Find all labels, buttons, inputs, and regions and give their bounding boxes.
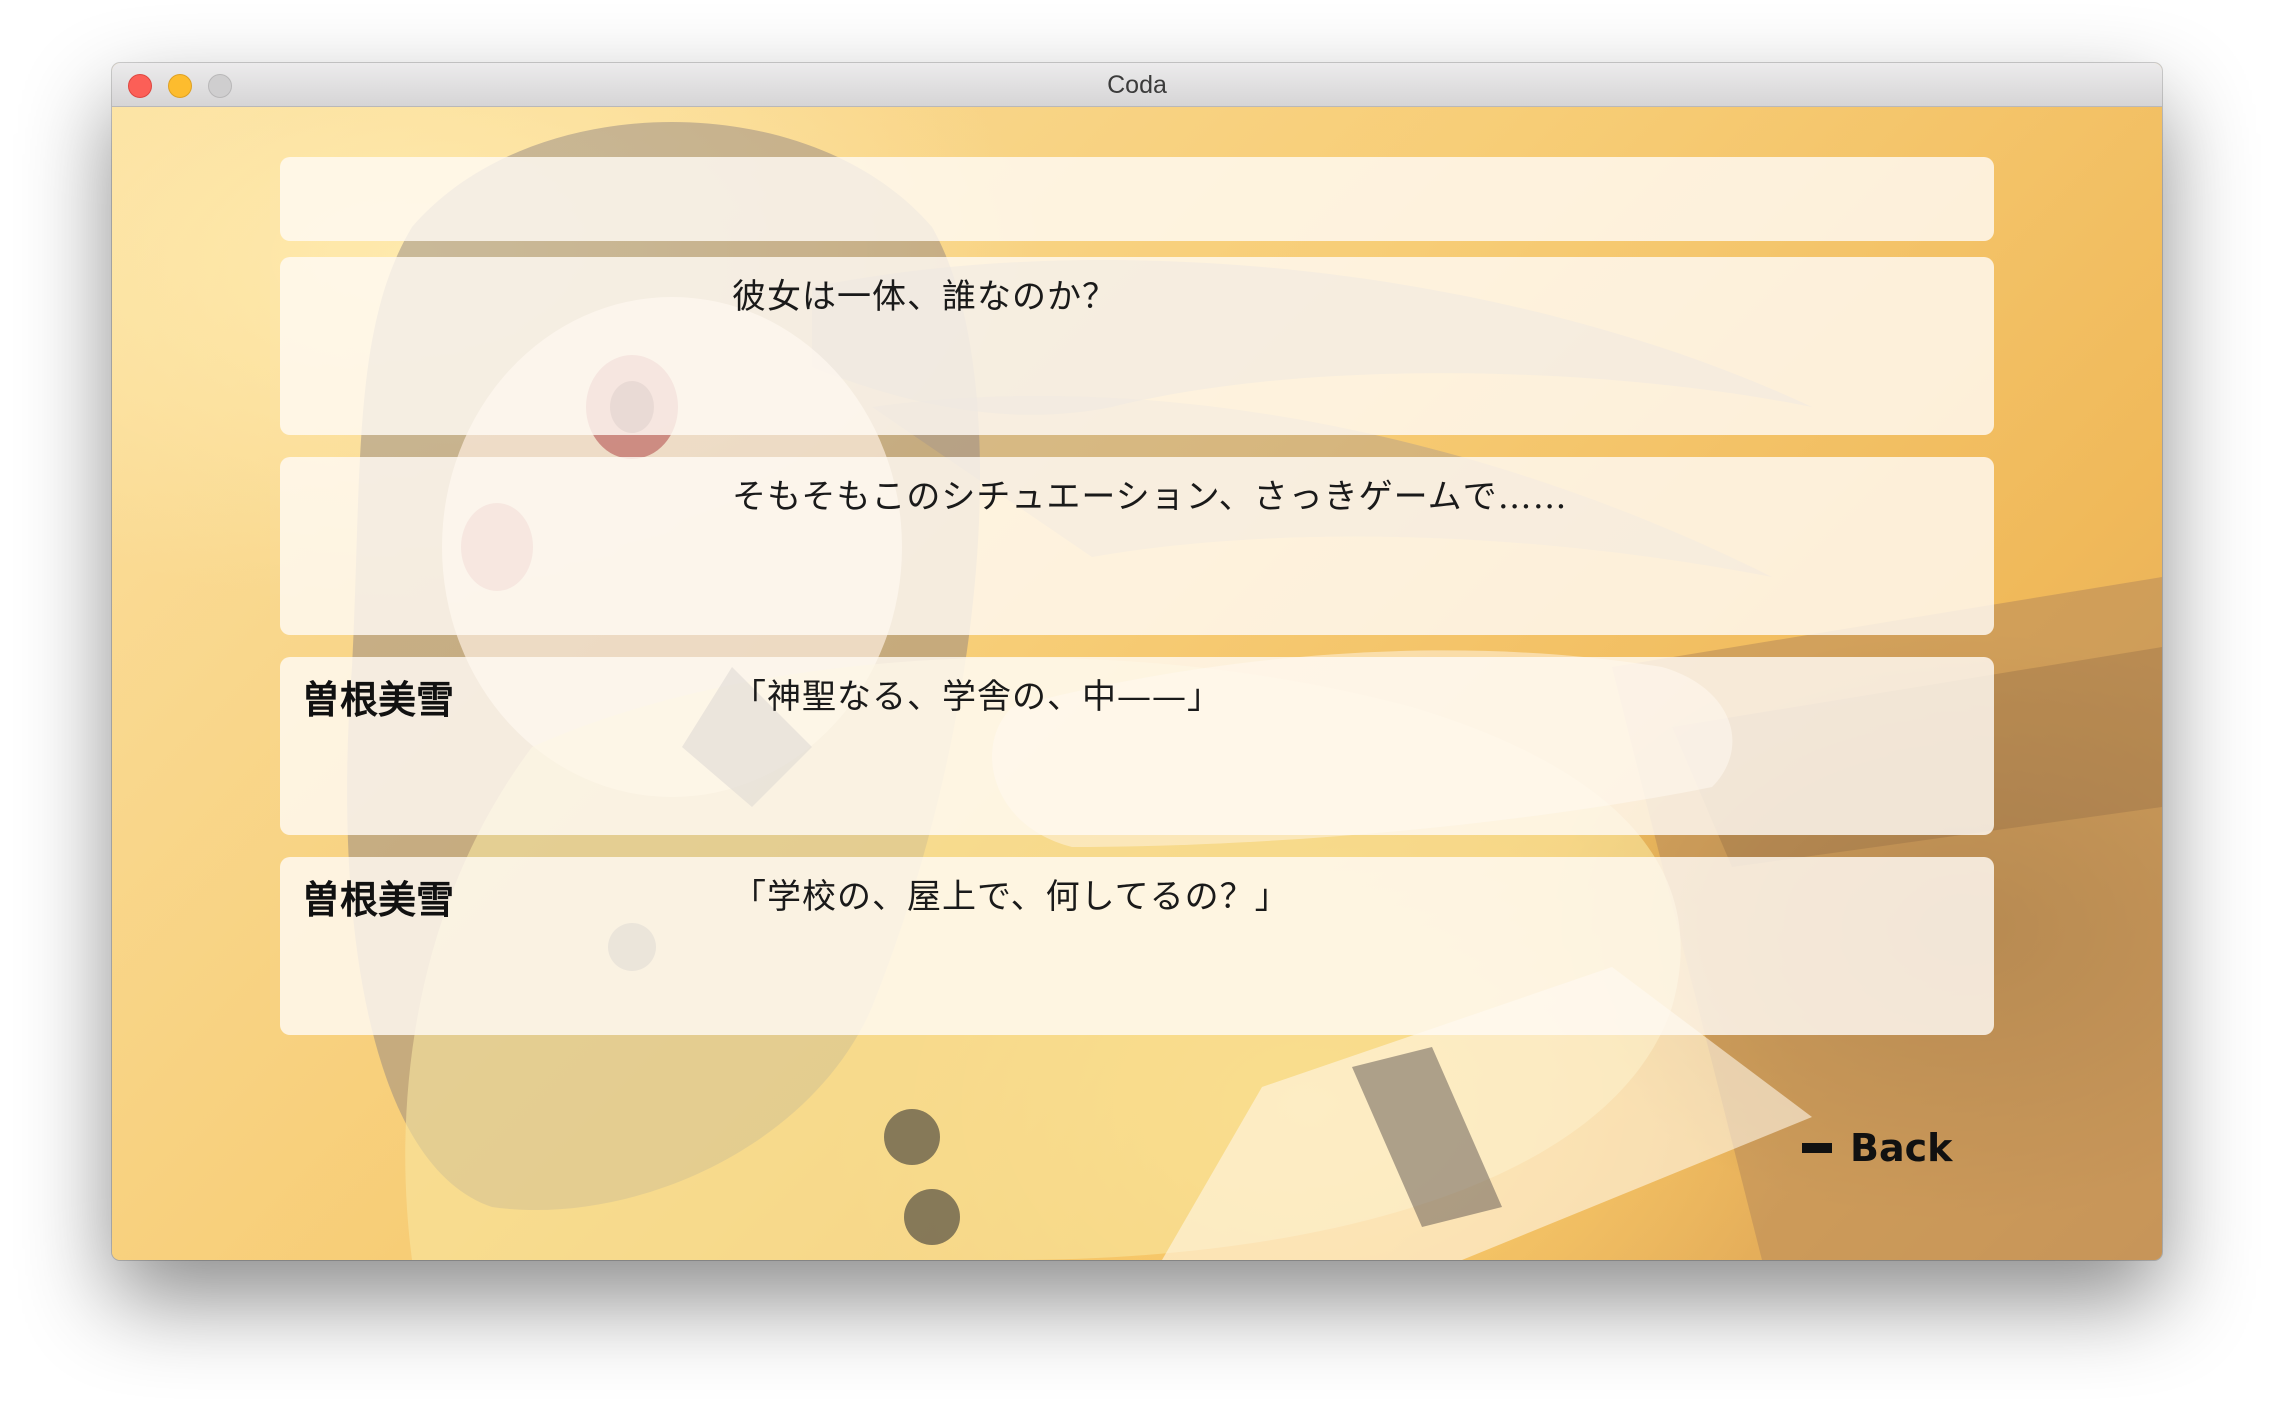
history-entry[interactable] — [280, 157, 1994, 241]
history-entry[interactable]: 彼女は一体、誰なのか？ — [280, 257, 1994, 435]
history-entry[interactable]: 曽根美雪 「神聖なる、学舎の、中——」 — [280, 657, 1994, 835]
history-entry[interactable]: 曽根美雪 「学校の、屋上で、何してるの？」 — [280, 857, 1994, 1035]
game-window: Coda 彼女は一体、誰なのか？ そもそもこのシチュエーション、さっきゲームで…… — [112, 63, 2162, 1260]
history-screen: 彼女は一体、誰なのか？ そもそもこのシチュエーション、さっきゲームで…… 曽根美… — [112, 107, 2162, 1260]
speaker-name: 曽根美雪 — [302, 677, 455, 722]
title-bar: Coda — [112, 63, 2162, 107]
back-button[interactable]: Back — [1802, 1118, 1952, 1178]
dialogue-text: 「学校の、屋上で、何してるの？」 — [732, 877, 1290, 917]
dialogue-text: 彼女は一体、誰なのか？ — [732, 277, 1117, 317]
window-title: Coda — [1107, 71, 1167, 99]
minus-bar-icon — [1802, 1143, 1832, 1153]
history-entry[interactable]: そもそもこのシチュエーション、さっきゲームで…… — [280, 457, 1994, 635]
back-label: Back — [1850, 1126, 1953, 1170]
speaker-name: 曽根美雪 — [302, 877, 455, 922]
dialogue-text: そもそもこのシチュエーション、さっきゲームで…… — [732, 477, 1568, 517]
dialogue-text: 「神聖なる、学舎の、中——」 — [732, 677, 1222, 717]
